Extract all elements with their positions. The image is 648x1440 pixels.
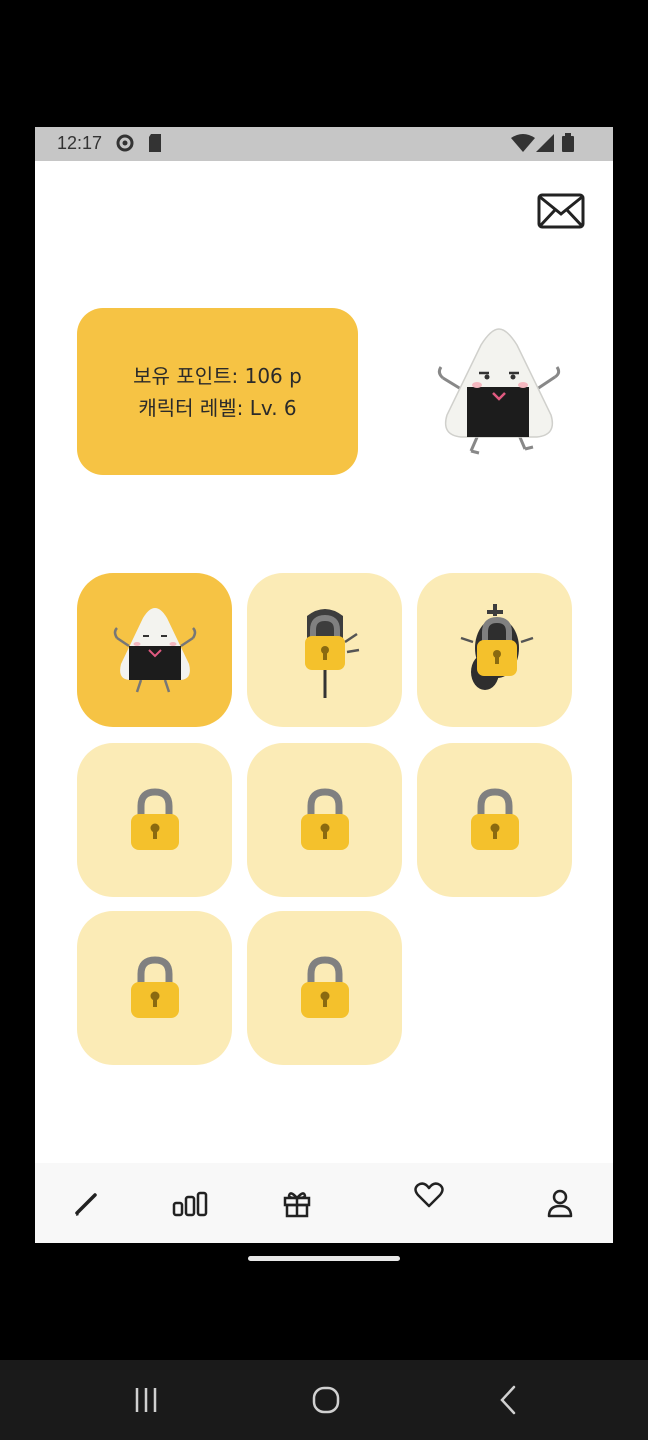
points-level-card: 보유 포인트: 106 p 캐릭터 레벨: Lv. 6 xyxy=(77,308,358,475)
sim-card-icon xyxy=(147,133,163,158)
character-slot-locked[interactable] xyxy=(247,743,402,897)
nav-favorites[interactable] xyxy=(407,1173,451,1217)
nav-stats[interactable] xyxy=(169,1181,213,1225)
lock-icon xyxy=(304,609,359,698)
nav-gift[interactable] xyxy=(275,1181,319,1225)
system-nav-bar xyxy=(0,1360,648,1440)
level-text: 캐릭터 레벨: Lv. 6 xyxy=(138,395,297,420)
mail-button[interactable] xyxy=(537,193,585,229)
nav-profile[interactable] xyxy=(538,1181,582,1225)
rice-ball-character-icon xyxy=(437,328,561,455)
battery-icon xyxy=(561,133,575,158)
status-time: 12:17 xyxy=(57,133,103,153)
lock-icon xyxy=(130,956,179,1018)
lock-icon xyxy=(300,956,349,1018)
envelope-icon xyxy=(537,193,585,229)
person-icon xyxy=(547,1189,573,1218)
main-character-image xyxy=(433,323,565,463)
recent-apps-button[interactable] xyxy=(126,1382,166,1418)
app-screen: 12:17 보유 포인트: 106 p 캐릭터 레벨: Lv. 6 xyxy=(35,127,613,1243)
back-button[interactable] xyxy=(488,1382,528,1418)
home-button[interactable] xyxy=(306,1382,346,1418)
character-grid xyxy=(77,573,573,1069)
character-slot-locked[interactable] xyxy=(77,743,232,897)
points-text: 보유 포인트: 106 p xyxy=(133,363,302,388)
rice-ball-character-icon xyxy=(113,608,196,693)
character-slot-selected[interactable] xyxy=(77,573,232,727)
bar-chart-icon xyxy=(172,1191,208,1217)
back-icon xyxy=(500,1385,516,1415)
character-slot-locked[interactable] xyxy=(247,573,402,727)
gift-icon xyxy=(283,1192,311,1218)
home-indicator[interactable] xyxy=(248,1256,400,1261)
heart-icon xyxy=(414,1182,444,1208)
character-slot-locked[interactable] xyxy=(417,573,572,727)
wifi-icon xyxy=(511,133,535,158)
lock-icon xyxy=(460,604,533,690)
lock-icon xyxy=(300,788,349,850)
status-bar: 12:17 xyxy=(35,127,613,161)
lock-icon xyxy=(130,788,179,850)
bottom-nav xyxy=(35,1163,613,1243)
lock-icon xyxy=(470,788,519,850)
recent-apps-icon xyxy=(135,1388,157,1412)
pencil-icon xyxy=(75,1193,97,1216)
character-slot-locked[interactable] xyxy=(417,743,572,897)
character-slot-locked[interactable] xyxy=(77,911,232,1065)
home-icon xyxy=(312,1386,340,1414)
settings-gear-icon xyxy=(115,133,135,158)
nav-write[interactable] xyxy=(65,1181,109,1225)
signal-icon xyxy=(535,133,555,158)
character-slot-locked[interactable] xyxy=(247,911,402,1065)
